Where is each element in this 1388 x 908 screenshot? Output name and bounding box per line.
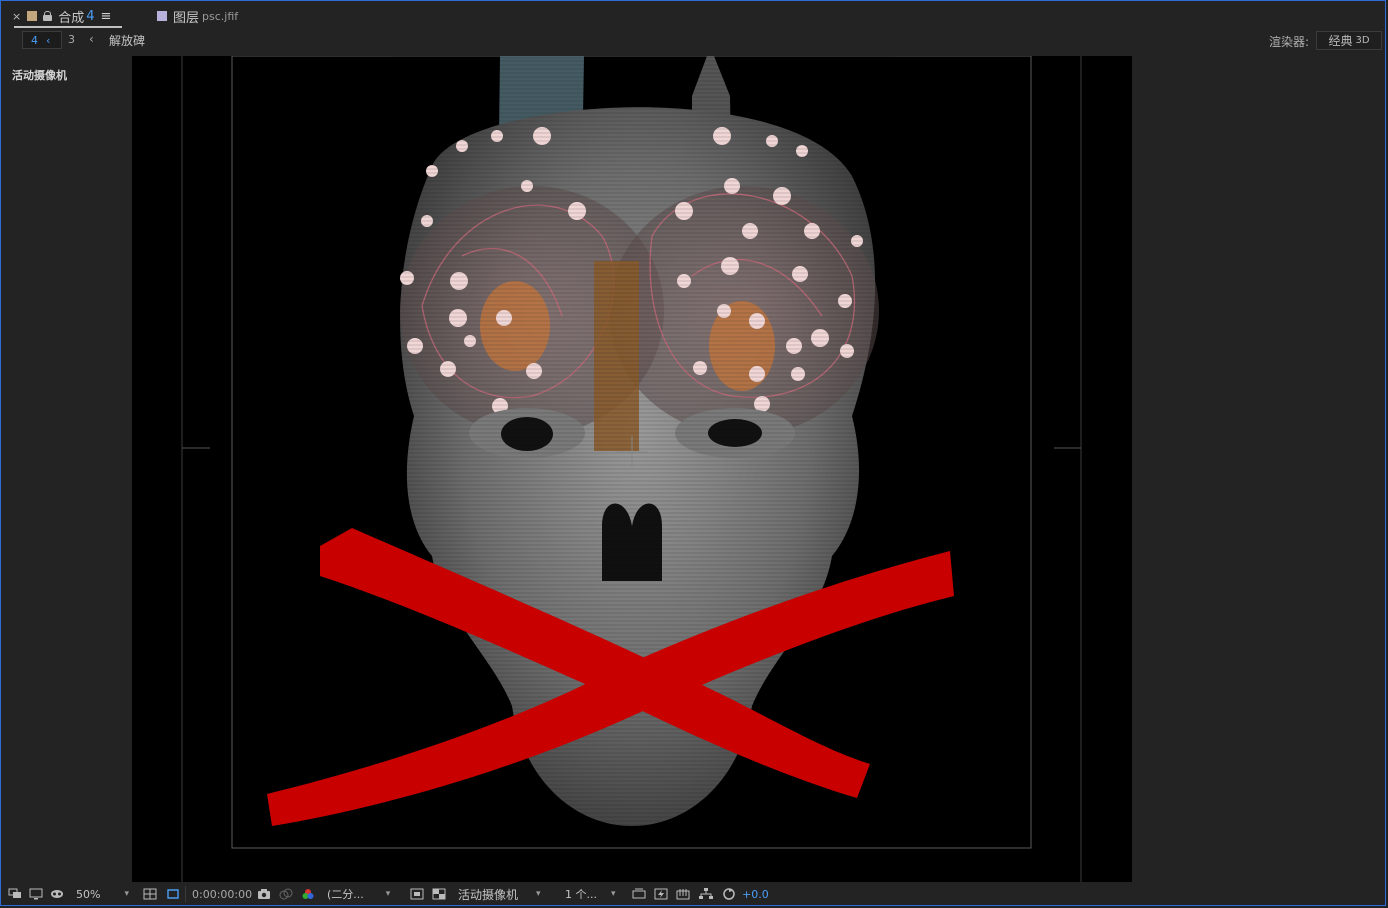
composition-canvas xyxy=(181,56,1082,882)
close-icon[interactable]: × xyxy=(12,10,21,23)
renderer-select[interactable]: 经典 3D xyxy=(1316,31,1382,50)
breadcrumb-label[interactable]: 解放碑 xyxy=(109,32,145,49)
chevron-down-icon: ▾ xyxy=(536,889,541,899)
transparency-grid-icon[interactable] xyxy=(166,885,180,903)
tab-bar: × 合成 4 ≡ 图层 psc.jfif xyxy=(2,2,1386,28)
view-layout-value: 1 个... xyxy=(565,888,597,901)
show-snapshot-icon[interactable] xyxy=(279,885,293,903)
tab-layer[interactable]: 图层 psc.jfif xyxy=(157,6,238,26)
scanline-texture xyxy=(392,56,892,836)
reset-exposure-icon[interactable] xyxy=(722,885,736,903)
breadcrumb-active-item[interactable]: 4 xyxy=(31,34,38,47)
camera-view-value: 活动摄像机 xyxy=(458,887,519,902)
view-layout-select[interactable]: 1 个... ▾ xyxy=(565,885,627,903)
zoom-value: 50% xyxy=(76,887,101,901)
chevron-down-icon: ▾ xyxy=(124,889,129,899)
tab-layer-filename: psc.jfif xyxy=(202,9,239,23)
mask-visibility-icon[interactable] xyxy=(50,885,64,903)
flowchart-icon[interactable] xyxy=(699,885,713,903)
chevron-down-icon: ▾ xyxy=(611,889,616,899)
toggle-pixel-aspect-icon[interactable] xyxy=(632,885,646,903)
renderer-value-suffix: 3D xyxy=(1355,35,1370,46)
chevron-left-icon[interactable]: ‹ xyxy=(89,32,94,46)
renderer-value: 经典 xyxy=(1328,34,1353,48)
composition-viewer[interactable] xyxy=(132,56,1132,882)
camera-view-select[interactable]: 活动摄像机 ▾ xyxy=(458,885,556,903)
fit-region-icon[interactable] xyxy=(143,885,157,903)
active-camera-label: 活动摄像机 xyxy=(12,69,67,82)
chevron-down-icon: ▾ xyxy=(385,889,391,899)
tab-composition[interactable]: × 合成 4 ≡ xyxy=(12,6,111,26)
tab-number: 4 xyxy=(86,8,95,24)
tab-title: 合成 xyxy=(58,10,85,26)
chevron-left-icon[interactable]: ‹ xyxy=(46,34,50,47)
composition-navigator: 4 ‹ 3 ‹ 解放碑 渲染器: 经典 3D xyxy=(2,28,1386,52)
renderer-label: 渲染器: xyxy=(1269,35,1310,49)
breadcrumb-item[interactable]: 3 xyxy=(68,33,75,46)
lock-icon[interactable] xyxy=(43,11,53,21)
tab-layer-title: 图层 xyxy=(173,10,200,26)
current-time[interactable]: 0:00:00:00 xyxy=(192,885,252,903)
timeline-icon[interactable] xyxy=(676,885,690,903)
camera-snapshot-icon[interactable] xyxy=(257,885,271,903)
region-of-interest-icon[interactable] xyxy=(410,885,424,903)
always-preview-icon[interactable] xyxy=(8,885,22,903)
zoom-select[interactable]: 50% ▾ xyxy=(76,885,136,903)
channel-rgb-icon[interactable] xyxy=(301,885,315,903)
viewer-toolbar: 50% ▾ 0:00:00:00 (二分... ▾ 活动摄像机 ▾ 1 个... ▾ xyxy=(2,883,1386,905)
monitor-icon[interactable] xyxy=(29,885,43,903)
transparency-toggle-icon[interactable] xyxy=(432,885,446,903)
resolution-value: (二分... xyxy=(327,888,364,901)
composition-color-swatch[interactable] xyxy=(27,11,38,21)
fast-previews-icon[interactable] xyxy=(654,885,668,903)
exposure-value[interactable]: +0.0 xyxy=(742,885,769,903)
resolution-select[interactable]: (二分... ▾ xyxy=(327,885,405,903)
breadcrumb-current[interactable]: 4 ‹ xyxy=(22,31,62,49)
layer-color-swatch xyxy=(157,11,167,21)
panel-menu-icon[interactable]: ≡ xyxy=(101,9,112,24)
